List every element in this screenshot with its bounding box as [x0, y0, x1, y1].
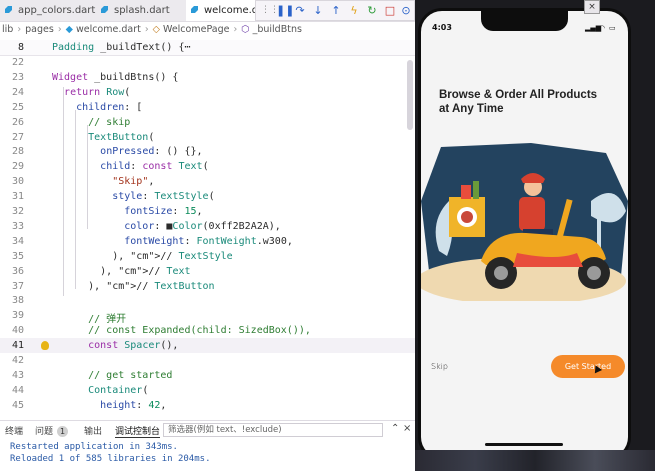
step-into-icon[interactable]: ↓ — [312, 5, 324, 17]
tab-welcome[interactable]: welcome.da — [186, 0, 264, 21]
restart-icon[interactable]: ↻ — [366, 5, 378, 17]
ios-simulator: 4:03 ▂▄▆ ◠ ▭ Browse & Order All Products… — [415, 0, 655, 471]
breadcrumb: lib › pages › ◆ welcome.dart › ◇ WelcomePage › ⬡… — [2, 24, 302, 35]
indent-guide — [75, 110, 76, 289]
line-number: 44 — [11, 384, 24, 396]
bottom-panel: 终端 问题 1 输出 调试控制台 筛选器(例如 text、!exclude) ⌃ … — [0, 420, 415, 471]
code-line: style: TextStyle( — [112, 191, 215, 203]
filter-input[interactable]: 筛选器(例如 text、!exclude) — [163, 423, 383, 437]
phone-notch — [481, 11, 568, 31]
indent-guide — [87, 125, 88, 230]
code-line: TextButton( — [88, 131, 155, 143]
line-number: 29 — [11, 161, 24, 173]
code-line: ), "cm">// TextStyle — [52, 250, 233, 262]
dart-file-icon — [100, 1, 109, 13]
wifi-icon: ◠ — [599, 24, 606, 32]
code-line: Widget _buildBtns() { — [52, 71, 179, 83]
delivery-scooter-illustration — [421, 143, 628, 301]
sticky-scroll-header[interactable]: 8 Padding _buildText() {⋯ — [0, 40, 415, 56]
skip-button[interactable]: Skip — [431, 362, 448, 371]
desktop-background — [415, 450, 655, 471]
line-number: 42 — [11, 355, 24, 366]
line-number: 33 — [11, 220, 24, 232]
class-icon: ◇ — [152, 24, 163, 35]
line-number: 8 — [17, 42, 24, 53]
breadcrumb-item[interactable]: welcome.dart — [76, 24, 141, 35]
inspect-icon[interactable]: ⊙ — [400, 5, 412, 17]
line-number: 25 — [11, 101, 24, 113]
welcome-headline: Browse & Order All Products at Any Time — [439, 89, 598, 115]
tab-output[interactable]: 输出 — [84, 424, 102, 437]
step-out-icon[interactable]: ↑ — [330, 5, 342, 17]
status-time: 4:03 — [432, 23, 452, 32]
get-started-button[interactable]: Get Started — [551, 355, 625, 378]
debug-toolbar: ⋮⋮ ❚❚ ↷ ↓ ↑ ϟ ↻ □ ⊙ — [255, 0, 415, 21]
line-number: 39 — [11, 310, 24, 322]
lightbulb-icon[interactable] — [41, 341, 49, 351]
line-number: 38 — [11, 295, 24, 307]
indent-guide — [63, 87, 64, 296]
code-editor: app_colors.dart splash.dart welcome.da ⋮… — [0, 0, 415, 471]
hot-reload-icon[interactable]: ϟ — [348, 5, 360, 17]
line-number: 45 — [11, 399, 24, 411]
code-line: Padding _buildText() {⋯ — [52, 42, 191, 53]
line-number: 37 — [11, 280, 24, 292]
line-number: 30 — [11, 176, 24, 188]
line-number: 36 — [11, 265, 24, 277]
tab-debug-console[interactable]: 调试控制台 — [115, 424, 161, 438]
close-icon[interactable]: × — [584, 0, 600, 14]
code-line: ), "cm">// TextButton — [52, 280, 215, 292]
home-indicator — [485, 443, 563, 446]
editor-scrollbar[interactable] — [407, 60, 413, 130]
code-line: const Spacer(), — [88, 340, 179, 352]
code-line: fontWeight: FontWeight.w300, — [124, 235, 293, 247]
dart-file-icon: ◆ — [65, 24, 76, 35]
tab-app-colors[interactable]: app_colors.dart — [0, 0, 96, 21]
code-line: children: [ — [76, 101, 143, 113]
line-number: 31 — [11, 191, 24, 203]
breadcrumb-item[interactable]: lib — [2, 24, 13, 35]
method-icon: ⬡ — [241, 24, 253, 35]
code-line: Container( — [88, 384, 149, 396]
code-line: // get started — [52, 369, 173, 381]
tab-splash[interactable]: splash.dart — [96, 0, 186, 21]
dart-file-icon — [190, 1, 199, 13]
phone-screen: 4:03 ▂▄▆ ◠ ▭ Browse & Order All Products… — [418, 8, 631, 461]
console-output-line: Restarted application in 343ms. — [10, 442, 178, 452]
line-number: 43 — [11, 369, 24, 381]
breadcrumb-item[interactable]: WelcomePage — [163, 24, 229, 35]
line-number: 41 — [11, 340, 24, 352]
pause-icon[interactable]: ❚❚ — [276, 5, 294, 17]
line-number: 22 — [11, 57, 24, 68]
step-over-icon[interactable]: ↷ — [294, 5, 306, 17]
console-output-line: Reloaded 1 of 585 libraries in 204ms. — [10, 454, 211, 464]
line-number: 34 — [11, 235, 24, 247]
line-number: 23 — [11, 71, 24, 83]
code-line: "Skip", — [112, 176, 155, 188]
code-line: // 弹开 — [52, 314, 127, 326]
close-panel-icon[interactable]: × — [403, 423, 411, 434]
dart-file-icon — [4, 1, 13, 13]
code-line: // const Expanded(child: SizedBox()), — [52, 325, 311, 337]
tab-terminal[interactable]: 终端 — [5, 424, 23, 437]
chevron-up-icon[interactable]: ⌃ — [391, 423, 399, 434]
line-number: 35 — [11, 250, 24, 262]
line-number: 27 — [11, 131, 24, 143]
line-number: 26 — [11, 116, 24, 128]
code-line: height: 42, — [100, 399, 167, 411]
breadcrumb-item[interactable]: pages — [25, 24, 54, 35]
code-line: ), "cm">// Text — [52, 265, 191, 277]
stop-icon[interactable]: □ — [384, 5, 396, 17]
line-number: 40 — [11, 325, 24, 337]
problems-count-badge: 1 — [57, 426, 69, 437]
line-number: 32 — [11, 206, 24, 217]
breadcrumb-item[interactable]: _buildBtns — [253, 24, 302, 35]
battery-icon: ▭ — [609, 24, 616, 32]
tab-problems[interactable]: 问题 1 — [35, 424, 69, 437]
line-number: 28 — [11, 146, 24, 158]
line-number: 24 — [11, 86, 24, 98]
